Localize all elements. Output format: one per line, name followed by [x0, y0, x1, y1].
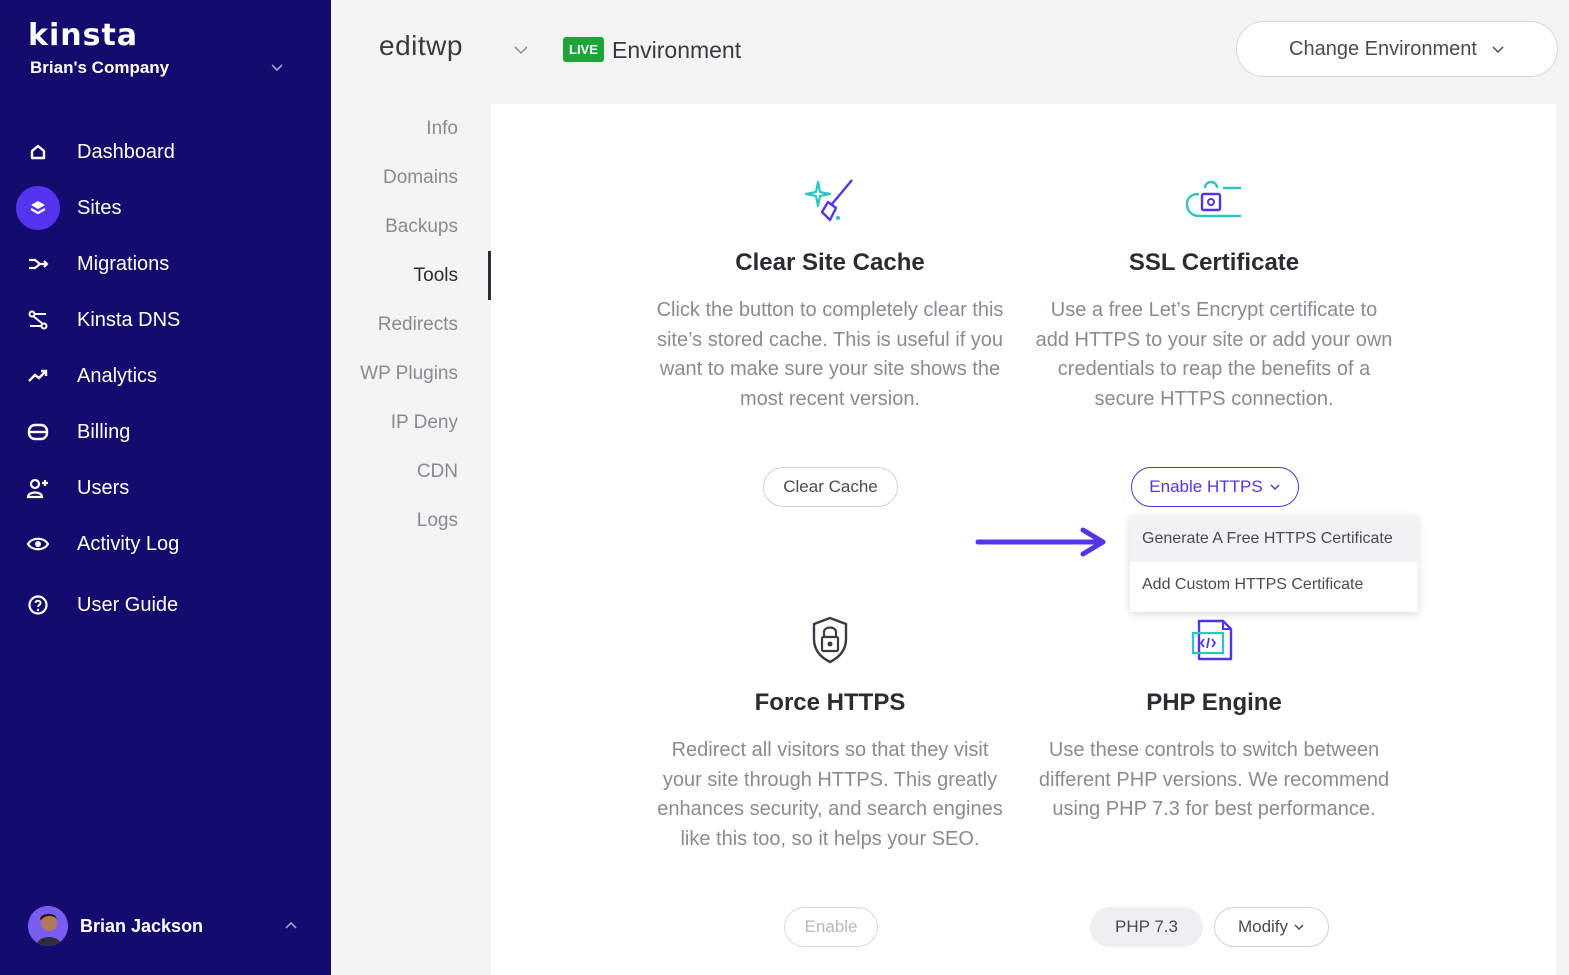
company-name[interactable]: Brian's Company	[30, 58, 169, 78]
sidebar-item-label: Kinsta DNS	[77, 308, 181, 331]
migration-icon	[16, 242, 60, 286]
menu-item-generate-free-certificate[interactable]: Generate A Free HTTPS Certificate	[1130, 516, 1418, 562]
code-file-icon	[1184, 612, 1244, 668]
main-nav: Dashboard Sites Migrations Kinsta DNS An…	[0, 124, 331, 633]
change-environment-label: Change Environment	[1289, 37, 1477, 60]
add-user-icon	[16, 466, 60, 510]
subnav-item-info[interactable]: Info	[331, 104, 491, 153]
subnav-item-cdn[interactable]: CDN	[331, 447, 491, 496]
shield-lock-icon	[800, 612, 860, 668]
chevron-down-icon	[1270, 484, 1280, 491]
sidebar-item-label: Dashboard	[77, 140, 175, 163]
sidebar-item-billing[interactable]: Billing	[0, 404, 331, 460]
sidebar-item-migrations[interactable]: Migrations	[0, 236, 331, 292]
site-name[interactable]: editwp	[379, 30, 463, 62]
eye-icon	[16, 522, 60, 566]
clear-cache-button[interactable]: Clear Cache	[763, 467, 898, 507]
change-environment-button[interactable]: Change Environment	[1236, 21, 1558, 77]
subnav-item-redirects[interactable]: Redirects	[331, 300, 491, 349]
environment-label: Environment	[612, 37, 742, 63]
subnav-item-domains[interactable]: Domains	[331, 153, 491, 202]
modify-php-button[interactable]: Modify	[1214, 907, 1329, 947]
avatar[interactable]	[28, 906, 68, 946]
chevron-down-icon	[1492, 46, 1504, 54]
sidebar-item-label: Analytics	[77, 364, 158, 387]
kinsta-logo[interactable]: kinsta	[28, 18, 138, 53]
subnav-item-wp-plugins[interactable]: WP Plugins	[331, 349, 491, 398]
trend-icon	[16, 354, 60, 398]
force-https-title: Force HTTPS	[754, 689, 906, 716]
dns-icon	[16, 298, 60, 342]
subnav-item-backups[interactable]: Backups	[331, 202, 491, 251]
sidebar: kinsta Brian's Company Dashboard Sites M…	[0, 0, 331, 975]
sidebar-item-label: Activity Log	[77, 532, 180, 555]
enable-https-button[interactable]: Enable HTTPS	[1131, 467, 1299, 507]
chevron-down-icon[interactable]	[270, 60, 284, 74]
php-version-badge: PHP 7.3	[1090, 907, 1203, 947]
sidebar-item-analytics[interactable]: Analytics	[0, 348, 331, 404]
sidebar-item-label: Users	[77, 476, 130, 499]
annotation-arrow-icon	[975, 527, 1106, 557]
sidebar-item-label: Sites	[77, 196, 122, 219]
layers-icon	[16, 186, 60, 230]
ssl-description: Use a free Let’s Encrypt certificate to …	[1035, 299, 1393, 410]
sidebar-item-label: Migrations	[77, 252, 170, 275]
subnav-item-ip-deny[interactable]: IP Deny	[331, 398, 491, 447]
sidebar-item-dashboard[interactable]: Dashboard	[0, 124, 331, 180]
menu-item-add-custom-certificate[interactable]: Add Custom HTTPS Certificate	[1130, 562, 1418, 608]
modify-php-label: Modify	[1237, 917, 1289, 936]
https-dropdown-menu: Generate A Free HTTPS Certificate Add Cu…	[1130, 516, 1418, 612]
clear-cache-title: Clear Site Cache	[735, 249, 925, 276]
enable-https-label: Enable HTTPS	[1149, 477, 1263, 496]
broom-sparkle-icon	[800, 172, 860, 228]
site-subnav: Info Domains Backups Tools Redirects WP …	[331, 104, 491, 545]
sidebar-item-label: Billing	[77, 420, 131, 443]
ssl-lock-icon	[1184, 172, 1244, 228]
user-menu[interactable]: Brian Jackson	[28, 906, 318, 946]
subnav-item-logs[interactable]: Logs	[331, 496, 491, 545]
chevron-down-icon[interactable]	[513, 42, 529, 58]
chevron-down-icon	[1294, 924, 1304, 931]
sidebar-item-activity-log[interactable]: Activity Log	[0, 516, 331, 572]
help-icon	[16, 583, 60, 627]
sidebar-item-sites[interactable]: Sites	[0, 180, 331, 236]
clear-cache-description: Click the button to completely clear thi…	[656, 299, 1004, 410]
card-icon	[16, 410, 60, 454]
sidebar-item-users[interactable]: Users	[0, 460, 331, 516]
enable-force-https-button[interactable]: Enable	[784, 907, 878, 947]
chevron-up-icon[interactable]	[284, 919, 298, 933]
php-engine-title: PHP Engine	[1146, 689, 1282, 716]
user-name: Brian Jackson	[80, 915, 204, 936]
php-engine-description: Use these controls to switch between dif…	[1038, 739, 1390, 820]
ssl-title: SSL Certificate	[1128, 249, 1300, 276]
force-https-description: Redirect all visitors so that they visit…	[657, 739, 1003, 850]
sidebar-item-label: User Guide	[77, 593, 179, 616]
home-icon	[16, 130, 60, 174]
sidebar-item-kinsta-dns[interactable]: Kinsta DNS	[0, 292, 331, 348]
live-badge: LIVE	[563, 37, 604, 62]
subnav-item-tools[interactable]: Tools	[331, 251, 491, 300]
sidebar-item-user-guide[interactable]: User Guide	[0, 577, 331, 633]
